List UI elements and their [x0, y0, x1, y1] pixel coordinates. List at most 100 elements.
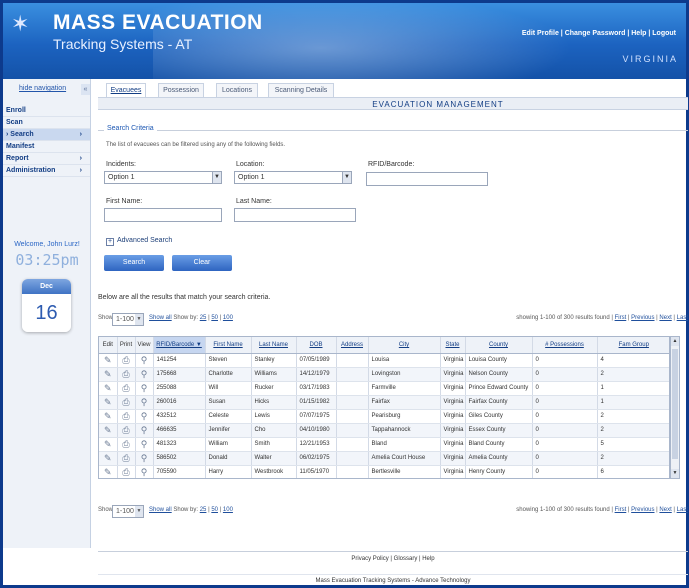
- advanced-search-toggle[interactable]: + Advanced Search: [106, 237, 172, 246]
- edit-icon[interactable]: ✎: [99, 465, 118, 478]
- col-address[interactable]: Address: [336, 337, 369, 354]
- col-dob[interactable]: DOB: [296, 337, 337, 354]
- scrollbar-thumb[interactable]: [672, 349, 678, 459]
- sidebar-item-report[interactable]: Report ›: [3, 153, 90, 165]
- table-row[interactable]: ✎ ⎙ ⚲ 175668 Charlotte Williams 14/12/1979 Lovi…: [99, 367, 669, 382]
- scroll-down-icon[interactable]: ▼: [671, 469, 679, 478]
- show-by-25-link[interactable]: 25: [200, 315, 207, 321]
- last-page-link[interactable]: Last: [677, 315, 688, 321]
- clear-button[interactable]: Clear: [172, 255, 232, 271]
- sidebar-item-enroll[interactable]: Enroll: [3, 105, 90, 117]
- cell-fam-group: 1: [597, 381, 669, 396]
- table-row[interactable]: ✎ ⎙ ⚲ 432512 Celeste Lewis 07/07/1975 Pearisbur…: [99, 409, 669, 424]
- cell-last-name: Lewis: [251, 409, 297, 424]
- show-all-link[interactable]: Show all: [149, 315, 172, 321]
- col-fam-group[interactable]: Fam Group: [597, 337, 669, 354]
- scroll-up-icon[interactable]: ▲: [671, 337, 679, 346]
- show-by-100-link[interactable]: 100: [223, 507, 233, 513]
- table-row[interactable]: ✎ ⎙ ⚲ 466635 Jennifer Cho 04/10/1980 Tappahanno…: [99, 423, 669, 438]
- sidebar-item-scan[interactable]: Scan: [3, 117, 90, 129]
- view-icon[interactable]: ⚲: [135, 465, 154, 478]
- sidebar-item-search[interactable]: › Search ›: [3, 129, 90, 141]
- view-icon[interactable]: ⚲: [135, 367, 154, 382]
- show-all-link[interactable]: Show all: [149, 507, 172, 513]
- show-by-50-link[interactable]: 50: [211, 507, 218, 513]
- hide-navigation-link[interactable]: hide navigation: [19, 85, 66, 92]
- view-icon[interactable]: ⚲: [135, 409, 154, 424]
- change-password-link[interactable]: Change Password: [565, 30, 626, 37]
- first-name-input[interactable]: [104, 208, 222, 222]
- next-page-link[interactable]: Next: [659, 507, 671, 513]
- help-link[interactable]: Help: [631, 30, 646, 37]
- view-icon[interactable]: ⚲: [135, 353, 154, 368]
- view-icon[interactable]: ⚲: [135, 423, 154, 438]
- search-button[interactable]: Search: [104, 255, 164, 271]
- show-by-100-link[interactable]: 100: [223, 315, 233, 321]
- incidents-select[interactable]: Option 1 ▼: [104, 171, 222, 184]
- tab-scanning-details[interactable]: Scanning Details: [268, 83, 334, 97]
- edit-icon[interactable]: ✎: [99, 423, 118, 438]
- col-possessions[interactable]: # Possessions: [532, 337, 598, 354]
- previous-page-link[interactable]: Previous: [631, 507, 654, 513]
- edit-icon[interactable]: ✎: [99, 395, 118, 410]
- col-rfid[interactable]: RFID/Barcode ▼: [153, 337, 206, 354]
- sidebar-item-administration[interactable]: Administration ›: [3, 165, 90, 177]
- view-icon[interactable]: ⚲: [135, 437, 154, 452]
- print-icon[interactable]: ⎙: [117, 451, 136, 466]
- edit-icon[interactable]: ✎: [99, 353, 118, 368]
- print-icon[interactable]: ⎙: [117, 353, 136, 368]
- print-icon[interactable]: ⎙: [117, 367, 136, 382]
- cell-rfid: 481323: [153, 437, 206, 452]
- last-name-input[interactable]: [234, 208, 356, 222]
- view-icon[interactable]: ⚲: [135, 395, 154, 410]
- cell-rfid: 255088: [153, 381, 206, 396]
- print-icon[interactable]: ⎙: [117, 395, 136, 410]
- view-icon[interactable]: ⚲: [135, 381, 154, 396]
- next-page-link[interactable]: Next: [659, 315, 671, 321]
- sidebar-item-manifest[interactable]: Manifest: [3, 141, 90, 153]
- show-range-select[interactable]: 1-100 ▼: [112, 505, 144, 518]
- cell-address: [336, 381, 369, 396]
- col-first-name[interactable]: First Name: [205, 337, 252, 354]
- edit-icon[interactable]: ✎: [99, 367, 118, 382]
- edit-icon[interactable]: ✎: [99, 437, 118, 452]
- tab-evacuees[interactable]: Evacuees: [106, 83, 146, 97]
- first-page-link[interactable]: First: [615, 507, 627, 513]
- col-city[interactable]: City: [368, 337, 441, 354]
- print-icon[interactable]: ⎙: [117, 381, 136, 396]
- print-icon[interactable]: ⎙: [117, 465, 136, 478]
- logout-link[interactable]: Logout: [652, 30, 676, 37]
- print-icon[interactable]: ⎙: [117, 423, 136, 438]
- table-row[interactable]: ✎ ⎙ ⚲ 705590 Harry Westbrook 11/05/1970 Bertles…: [99, 465, 669, 478]
- table-row[interactable]: ✎ ⎙ ⚲ 481323 William Smith 12/21/1953 Bland Virg…: [99, 437, 669, 452]
- collapse-sidebar-button[interactable]: «: [81, 84, 90, 95]
- edit-icon[interactable]: ✎: [99, 381, 118, 396]
- footer-links[interactable]: Privacy Policy | Glossary | Help: [98, 556, 688, 562]
- edit-icon[interactable]: ✎: [99, 451, 118, 466]
- previous-page-link[interactable]: Previous: [631, 315, 654, 321]
- print-icon[interactable]: ⎙: [117, 409, 136, 424]
- table-scrollbar[interactable]: ▲ ▼: [670, 336, 680, 479]
- show-by-50-link[interactable]: 50: [211, 315, 218, 321]
- location-select[interactable]: Option 1 ▼: [234, 171, 352, 184]
- table-row[interactable]: ✎ ⎙ ⚲ 586502 Donald Walter 06/02/1975 Amelia Co…: [99, 451, 669, 466]
- first-page-link[interactable]: First: [615, 315, 627, 321]
- table-row[interactable]: ✎ ⎙ ⚲ 255088 Will Rucker 03/17/1983 Farmville Vi…: [99, 381, 669, 396]
- last-page-link[interactable]: Last: [677, 507, 688, 513]
- cell-address: [336, 409, 369, 424]
- col-state[interactable]: State: [440, 337, 466, 354]
- rfid-input[interactable]: [366, 172, 488, 186]
- edit-icon[interactable]: ✎: [99, 409, 118, 424]
- table-row[interactable]: ✎ ⎙ ⚲ 141254 Steven Stanley 07/05/1989 Louisa Vi…: [99, 353, 669, 368]
- table-row[interactable]: ✎ ⎙ ⚲ 260016 Susan Hicks 01/15/1982 Fairfax Virg…: [99, 395, 669, 410]
- view-icon[interactable]: ⚲: [135, 451, 154, 466]
- col-last-name[interactable]: Last Name: [251, 337, 297, 354]
- print-icon[interactable]: ⎙: [117, 437, 136, 452]
- cell-dob: 07/07/1975: [296, 409, 337, 424]
- show-by-25-link[interactable]: 25: [200, 507, 207, 513]
- col-county[interactable]: County: [465, 337, 533, 354]
- tab-locations[interactable]: Locations: [216, 83, 258, 97]
- edit-profile-link[interactable]: Edit Profile: [522, 30, 559, 37]
- tab-possession[interactable]: Possession: [158, 83, 204, 97]
- show-range-select[interactable]: 1-100 ▼: [112, 313, 144, 326]
